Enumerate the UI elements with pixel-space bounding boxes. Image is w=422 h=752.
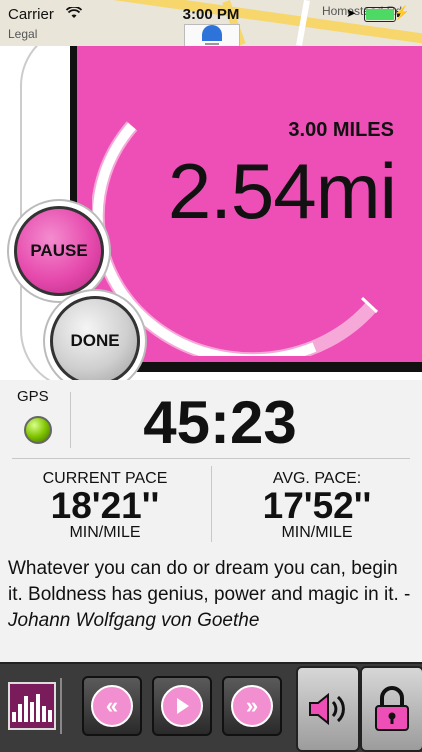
lock-button[interactable]	[360, 666, 422, 752]
location-arrow-icon: ➤	[345, 6, 356, 20]
avg-pace-value: 17'52''	[262, 485, 372, 526]
charging-icon: ⚡	[393, 5, 410, 20]
music-toolbar: « »	[0, 662, 422, 752]
volume-icon	[309, 692, 345, 726]
divider	[70, 392, 71, 448]
gps-status-indicator	[24, 416, 52, 444]
battery-icon	[364, 7, 400, 22]
playlist-icon[interactable]	[8, 682, 56, 730]
quote-author: Johann Wolfgang von Goethe	[8, 610, 260, 631]
done-button-label: DONE	[70, 331, 120, 350]
current-pace-value: 18'21''	[50, 485, 160, 526]
fast-forward-button[interactable]: »	[222, 676, 282, 736]
chevron-right-icon	[60, 678, 70, 734]
gps-label: GPS	[17, 388, 49, 405]
clock: 3:00 PM	[182, 6, 240, 23]
divider	[211, 466, 212, 542]
rewind-icon: «	[91, 685, 133, 727]
done-button[interactable]: DONE	[50, 296, 140, 380]
current-pace-unit: MIN/MILE	[69, 524, 141, 541]
divider	[12, 458, 410, 459]
current-pace: CURRENT PACE 18'21'' MIN/MILE	[10, 470, 200, 542]
play-icon	[161, 685, 203, 727]
lock-icon	[375, 686, 409, 731]
pause-button-label: PAUSE	[30, 241, 88, 260]
run-panel: 3.00 MILES 2.54mi PAUSE DONE	[0, 46, 422, 380]
pause-button[interactable]: PAUSE	[14, 206, 104, 296]
fast-forward-icon: »	[231, 685, 273, 727]
avg-pace-unit: MIN/MILE	[281, 524, 353, 541]
play-button[interactable]	[152, 676, 212, 736]
motivational-quote: Whatever you can do or dream you can, be…	[8, 556, 416, 634]
quote-text: Whatever you can do or dream you can, be…	[8, 558, 411, 605]
map-legal-link[interactable]: Legal	[8, 27, 37, 41]
progress-arc	[92, 121, 379, 356]
average-pace: AVG. PACE: 17'52'' MIN/MILE	[222, 470, 412, 542]
rewind-button[interactable]: «	[82, 676, 142, 736]
location-marker-icon	[202, 25, 222, 41]
elapsed-time: 45:23	[143, 389, 297, 456]
volume-button[interactable]	[296, 666, 360, 752]
